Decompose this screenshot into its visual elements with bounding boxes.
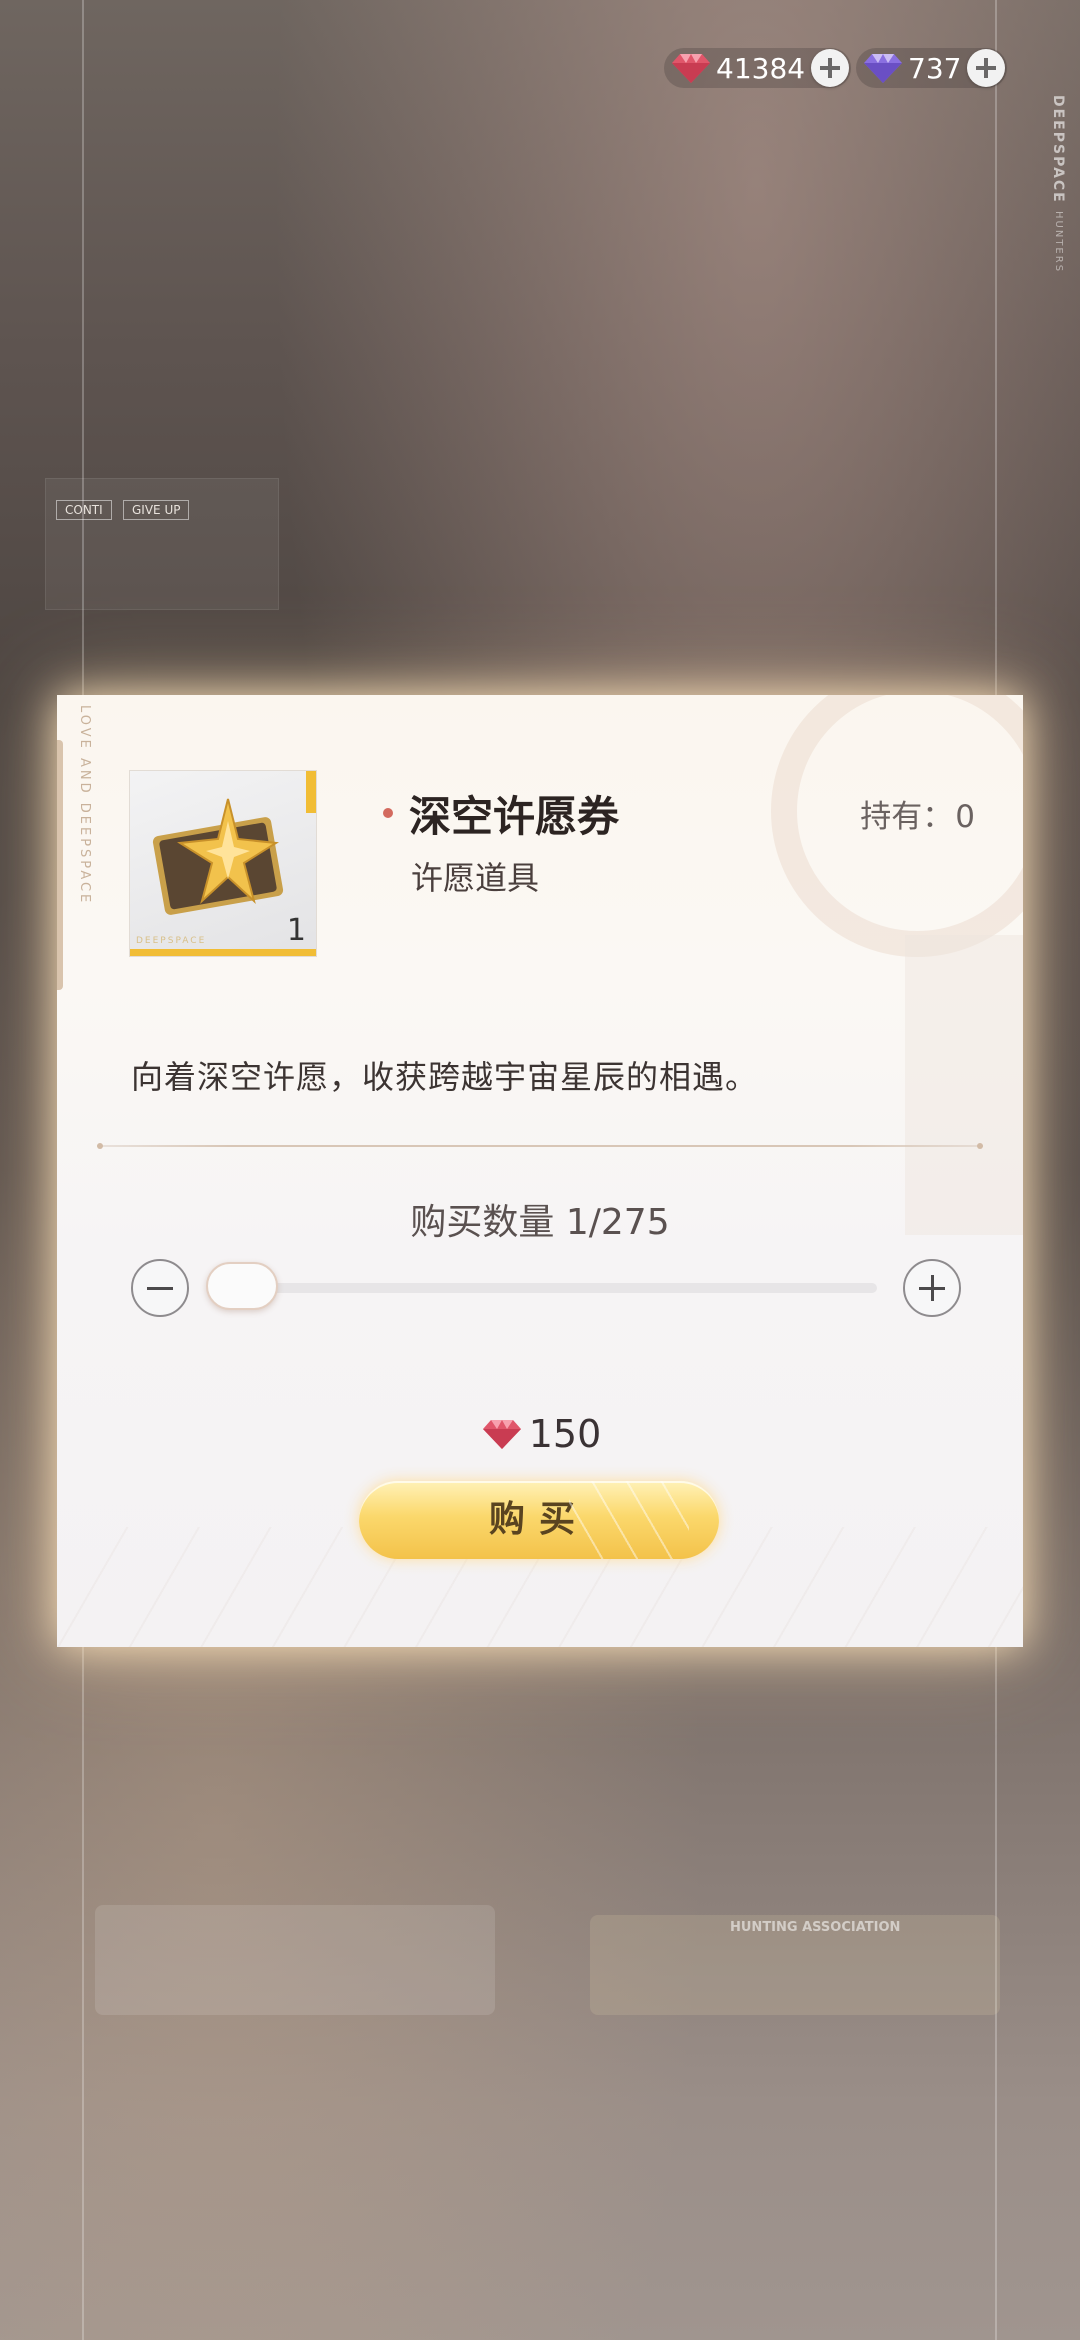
currency-red-diamond: 41384 bbox=[664, 48, 852, 88]
quantity-slider-handle[interactable] bbox=[206, 1262, 279, 1310]
quantity-value: 1/275 bbox=[565, 1202, 670, 1243]
purple-diamond-icon bbox=[864, 54, 902, 83]
item-rarity-bar bbox=[130, 949, 316, 956]
item-thumb-brand: DEEPSPACE bbox=[136, 936, 207, 946]
item-rarity-tag bbox=[306, 771, 316, 813]
owned-value: 0 bbox=[955, 799, 975, 835]
add-red-diamond-button[interactable] bbox=[811, 49, 850, 87]
divider bbox=[97, 1143, 983, 1149]
item-description: 向着深空许愿，收获跨越宇宙星辰的相遇。 bbox=[131, 1058, 759, 1096]
item-type: 许愿道具 bbox=[411, 859, 540, 897]
owned-label: 持有： bbox=[860, 799, 954, 835]
price-value: 150 bbox=[528, 1412, 602, 1456]
item-thumbnail: DEEPSPACE 1 bbox=[129, 770, 317, 957]
owned-count: 持有：0 bbox=[858, 791, 975, 836]
dialog-decoration bbox=[905, 935, 1023, 1235]
increase-quantity-button[interactable] bbox=[903, 1259, 961, 1317]
item-name: 深空许愿券 bbox=[409, 792, 620, 841]
red-diamond-icon bbox=[672, 54, 710, 83]
red-diamond-icon bbox=[482, 1420, 521, 1449]
item-name-dot bbox=[383, 808, 393, 818]
dialog-edge-bar bbox=[57, 740, 63, 990]
background-card-text: HUNTING ASSOCIATION bbox=[730, 1920, 901, 1935]
decrease-quantity-button[interactable] bbox=[131, 1259, 189, 1317]
purchase-dialog: LOVE AND DEEPSPACE DEEPSPACE 1 深空许愿券 许愿道… bbox=[57, 695, 1023, 1647]
price: 150 bbox=[57, 1412, 1023, 1456]
dialog-edge-text: LOVE AND DEEPSPACE bbox=[77, 705, 92, 906]
quantity-slider-track[interactable] bbox=[212, 1283, 877, 1293]
add-purple-diamond-button[interactable] bbox=[967, 49, 1006, 87]
item-thumb-count: 1 bbox=[286, 913, 306, 948]
background-chip-giveup: GIVE UP bbox=[123, 500, 190, 520]
side-brand: DEEPSPACE HUNTERS bbox=[1050, 95, 1066, 273]
quantity-label: 购买数量 1/275 bbox=[57, 1193, 1023, 1245]
wish-ticket-icon bbox=[152, 798, 284, 915]
red-diamond-amount: 41384 bbox=[716, 51, 806, 85]
buy-button[interactable]: 购买 bbox=[359, 1481, 719, 1559]
background-chip-continue: CONTI bbox=[56, 500, 112, 520]
background-card bbox=[95, 1905, 495, 2015]
currency-purple-diamond: 737 bbox=[856, 48, 1008, 88]
buy-button-shine bbox=[569, 1481, 689, 1559]
background-panel bbox=[45, 478, 279, 610]
purple-diamond-amount: 737 bbox=[908, 51, 962, 85]
quantity-label-text: 购买数量 bbox=[410, 1202, 555, 1243]
